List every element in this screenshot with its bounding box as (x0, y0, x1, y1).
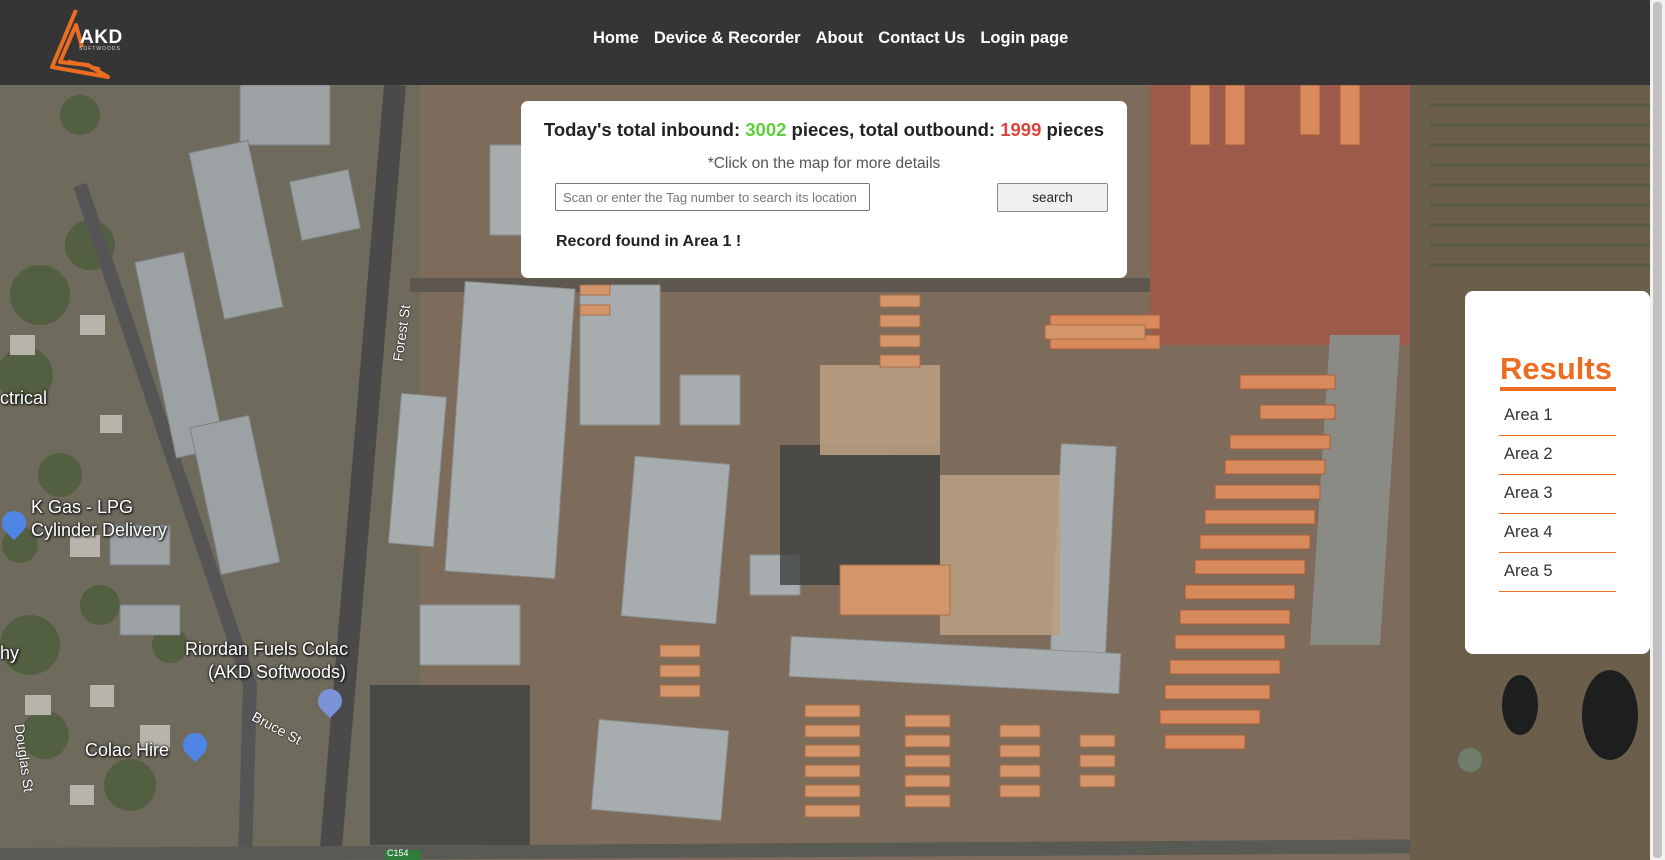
outbound-count: 1999 (1000, 119, 1042, 140)
summary-mid: pieces, total outbound: (786, 119, 1001, 140)
area-item-5[interactable]: Area 5 (1499, 553, 1616, 592)
map-label-kgas-line2[interactable]: Cylinder Delivery (31, 520, 167, 541)
nav-about[interactable]: About (816, 29, 864, 48)
search-result-message: Record found in Area 1 ! (556, 233, 742, 250)
summary-suffix: pieces (1041, 119, 1105, 140)
area-item-1[interactable]: Area 1 (1499, 397, 1616, 436)
road-badge: C154 (387, 848, 409, 858)
daily-summary: Today's total inbound: 3002 pieces, tota… (521, 119, 1127, 141)
top-navbar: AKD SOFTWOODS Home Device & Recorder Abo… (0, 0, 1665, 85)
map-label-riordan-line2[interactable]: (AKD Softwoods) (208, 662, 346, 683)
summary-prefix: Today's total inbound: (543, 119, 746, 140)
area-list: Area 1 Area 2 Area 3 Area 4 Area 5 (1499, 397, 1616, 592)
map-label-left-edge: hy (0, 643, 20, 663)
search-button[interactable]: search (997, 183, 1108, 212)
results-title: Results (1500, 351, 1616, 391)
map-label-colac-hire[interactable]: Colac Hire (85, 740, 169, 761)
map-label-riordan-line1[interactable]: Riordan Fuels Colac (185, 639, 348, 660)
vertical-scrollbar[interactable] (1650, 0, 1665, 860)
nav-contact-us[interactable]: Contact Us (878, 29, 965, 48)
inbound-count: 3002 (745, 119, 787, 140)
scrollbar-thumb[interactable] (1653, 2, 1662, 858)
results-panel: Results Area 1 Area 2 Area 3 Area 4 Area… (1465, 291, 1650, 654)
tag-search-input[interactable] (555, 183, 870, 211)
map-hint: *Click on the map for more details (707, 155, 941, 172)
map-label-kgas-line1[interactable]: K Gas - LPG (31, 497, 133, 518)
nav-login-page[interactable]: Login page (980, 29, 1068, 48)
search-panel: Today's total inbound: 3002 pieces, tota… (521, 101, 1127, 278)
nav-device-recorder[interactable]: Device & Recorder (654, 29, 801, 48)
nav-home[interactable]: Home (593, 29, 639, 48)
main-nav: Home Device & Recorder About Contact Us … (593, 29, 1068, 48)
area-item-4[interactable]: Area 4 (1499, 514, 1616, 553)
area-item-3[interactable]: Area 3 (1499, 475, 1616, 514)
logo-subtext: SOFTWOODS (79, 46, 121, 52)
area-item-2[interactable]: Area 2 (1499, 436, 1616, 475)
map-label-electrical: ctrical (0, 388, 48, 408)
